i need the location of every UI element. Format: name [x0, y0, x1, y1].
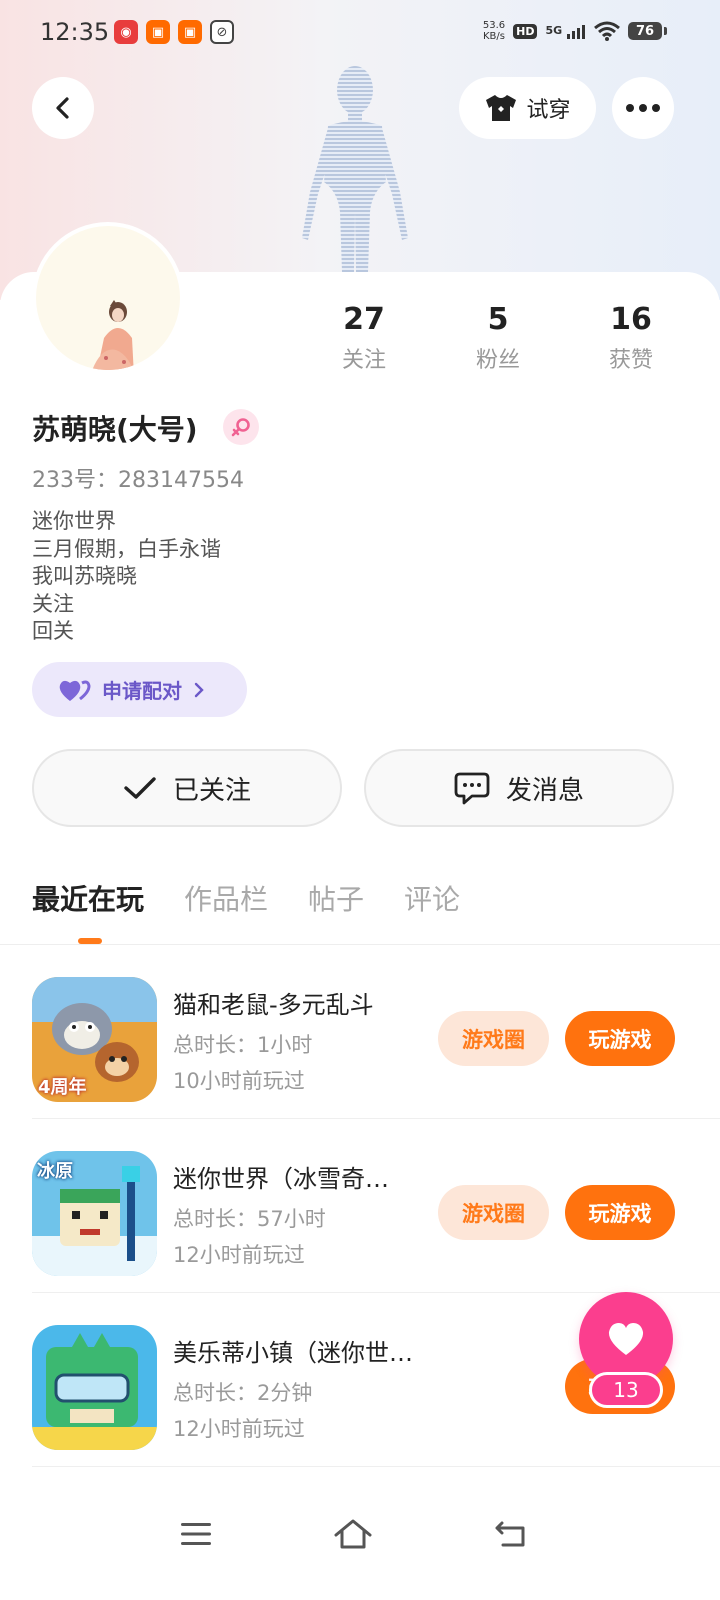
- game-icon-badge: 冰原: [37, 1161, 73, 1182]
- stat-label: 关注: [341, 348, 386, 373]
- stat-value: 5: [487, 302, 509, 337]
- followed-button[interactable]: 已关注: [32, 749, 342, 827]
- back-button[interactable]: [32, 77, 94, 139]
- try-on-label: 试穿: [526, 98, 571, 123]
- stat-likes[interactable]: 16 获赞: [571, 300, 691, 374]
- app-notification-icon: ▣: [178, 20, 202, 44]
- avatar-3d-figure: [302, 66, 408, 272]
- game-last-played: 10小时前玩过: [173, 1069, 305, 1093]
- more-button[interactable]: [612, 77, 674, 139]
- bio-line: 回关: [32, 619, 74, 643]
- profile-tabs: 最近在玩 作品栏 帖子 评论: [32, 878, 460, 918]
- heart-icon: [608, 1323, 644, 1355]
- game-list-item[interactable]: 4周年 猫和老鼠-多元乱斗 总时长：1小时 10小时前玩过 游戏圈 玩游戏: [0, 945, 720, 1119]
- send-message-label: 发消息: [505, 775, 584, 806]
- stat-value: 27: [343, 302, 385, 337]
- username: 苏萌晓(大号): [32, 413, 198, 446]
- stat-value: 16: [610, 302, 652, 337]
- game-circle-button[interactable]: 游戏圈: [438, 1011, 549, 1066]
- menu-icon[interactable]: [172, 1510, 220, 1558]
- notification-icons: ◉ ▣ ▣ ⊘: [114, 20, 234, 44]
- game-icon: 4周年: [32, 977, 157, 1102]
- female-icon: [223, 409, 259, 445]
- game-list-item[interactable]: 冰原 迷你世界（冰雪奇… 总时长：57小时 12小时前玩过 游戏圈 玩游戏: [0, 1119, 720, 1293]
- game-title: 迷你世界（冰雪奇…: [173, 1165, 389, 1193]
- game-playtime: 总时长：2分钟: [173, 1381, 313, 1405]
- game-icon: [32, 1325, 157, 1450]
- send-message-button[interactable]: 发消息: [364, 749, 674, 827]
- bio: 迷你世界 三月假期，白手永谐 我叫苏晓晓 关注 回关: [32, 508, 221, 646]
- home-icon[interactable]: [329, 1510, 377, 1558]
- tab-comments[interactable]: 评论: [404, 878, 460, 918]
- play-game-button[interactable]: 玩游戏: [565, 1011, 675, 1066]
- chevron-left-icon: [56, 97, 69, 119]
- stat-following[interactable]: 27 关注: [304, 300, 424, 374]
- bio-line: 我叫苏晓晓: [32, 564, 137, 588]
- app-notification-icon: ◉: [114, 20, 138, 44]
- hd-icon: HD: [513, 23, 538, 39]
- tab-recently-played[interactable]: 最近在玩: [32, 878, 144, 918]
- game-circle-button[interactable]: 游戏圈: [438, 1185, 549, 1240]
- tab-posts[interactable]: 帖子: [308, 878, 364, 918]
- status-time: 12:35: [40, 18, 110, 46]
- game-last-played: 12小时前玩过: [173, 1417, 305, 1441]
- system-navigation-bar: [0, 1480, 720, 1600]
- status-bar: 12:35 ◉ ▣ ▣ ⊘ 53.6 KB/s HD 5G 76: [0, 0, 720, 64]
- game-last-played: 12小时前玩过: [173, 1243, 305, 1267]
- bio-line: 迷你世界: [32, 509, 116, 533]
- game-icon: 冰原: [32, 1151, 157, 1276]
- game-playtime: 总时长：1小时: [173, 1033, 313, 1057]
- hearts-icon: [59, 680, 91, 701]
- try-on-button[interactable]: 试穿: [459, 77, 596, 139]
- signal-icon: 5G: [545, 23, 586, 39]
- stat-label: 粉丝: [475, 348, 520, 373]
- followed-label: 已关注: [172, 775, 251, 806]
- stat-label: 获赞: [608, 348, 653, 373]
- tshirt-icon: [486, 95, 517, 121]
- play-game-button[interactable]: 玩游戏: [565, 1185, 675, 1240]
- bio-line: 关注: [32, 591, 74, 616]
- divider: [32, 1466, 720, 1467]
- apply-pair-button[interactable]: 申请配对: [32, 662, 247, 717]
- avatar[interactable]: [32, 222, 184, 374]
- chat-bubble-icon: [454, 772, 490, 805]
- check-icon: [124, 777, 156, 799]
- back-nav-icon[interactable]: [486, 1510, 534, 1558]
- apply-pair-label: 申请配对: [102, 679, 182, 703]
- tab-works[interactable]: 作品栏: [184, 878, 268, 918]
- game-playtime: 总时长：57小时: [173, 1207, 326, 1231]
- game-title: 美乐蒂小镇（迷你世界）: [173, 1339, 423, 1367]
- wifi-icon: [594, 21, 620, 41]
- like-count-badge: 13: [589, 1372, 663, 1408]
- app-notification-icon: ⊘: [210, 20, 234, 44]
- more-dots-icon: [626, 104, 660, 112]
- stat-followers[interactable]: 5 粉丝: [438, 300, 558, 374]
- bio-line: 三月假期，白手永谐: [32, 536, 221, 561]
- battery-icon: 76: [628, 22, 667, 40]
- app-notification-icon: ▣: [146, 20, 170, 44]
- game-title: 猫和老鼠-多元乱斗: [173, 991, 374, 1019]
- game-icon-badge: 4周年: [38, 1077, 87, 1098]
- network-speed: 53.6 KB/s: [482, 20, 506, 42]
- chevron-right-icon: [194, 682, 204, 697]
- user-id: 233号：283147554: [32, 468, 244, 493]
- avatar-image: [36, 226, 180, 370]
- status-indicators: 53.6 KB/s HD 5G 76: [482, 20, 667, 42]
